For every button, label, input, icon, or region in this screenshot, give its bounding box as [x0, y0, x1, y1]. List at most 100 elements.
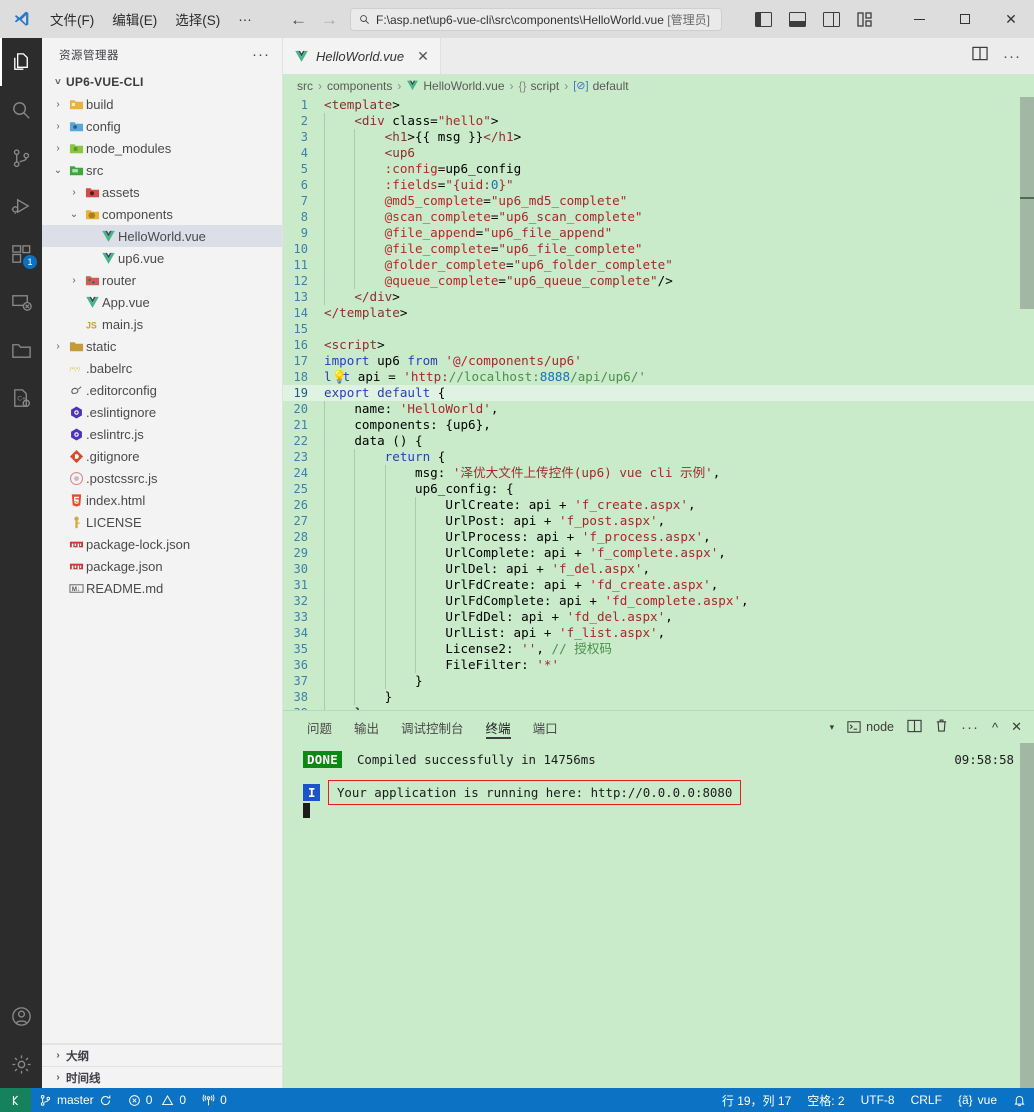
toggle-secondary-sidebar-icon[interactable]: [823, 12, 840, 27]
status-branch-label: master: [57, 1093, 94, 1107]
ellipsis-icon[interactable]: ···: [252, 46, 270, 63]
activity-item-extensions[interactable]: 1: [0, 230, 42, 278]
tree-item-postcssrc-js[interactable]: .postcssrc.js: [42, 467, 282, 489]
toggle-panel-icon[interactable]: [789, 12, 806, 27]
menu-file[interactable]: 文件(F): [42, 6, 102, 32]
arrow-left-icon[interactable]: ←: [290, 11, 307, 28]
split-editor-icon[interactable]: [972, 46, 988, 66]
tree-item-readme-md[interactable]: M↓README.md: [42, 577, 282, 599]
customize-layout-icon[interactable]: [857, 12, 874, 27]
activity-item-cpp-tools[interactable]: C+: [0, 374, 42, 422]
indent-guide: [324, 625, 325, 641]
close-icon[interactable]: ✕: [1011, 719, 1022, 735]
tree-item-package-lock-json[interactable]: package-lock.json: [42, 533, 282, 555]
activity-item-manage[interactable]: [0, 1040, 42, 1088]
activity-item-remote-explorer[interactable]: [0, 278, 42, 326]
tree-item-node-modules[interactable]: ›node_modules: [42, 137, 282, 159]
arrow-right-icon[interactable]: →: [321, 11, 338, 28]
tree-item-build[interactable]: ›build: [42, 93, 282, 115]
panel-tab-debug-console[interactable]: 调试控制台: [390, 711, 475, 743]
tree-item-router[interactable]: ›router: [42, 269, 282, 291]
status-language-mode[interactable]: {ã} vue: [950, 1088, 1005, 1112]
section-timeline[interactable]: › 时间线: [42, 1066, 282, 1088]
code-line: 4 <up6: [283, 145, 1034, 161]
status-ports[interactable]: 0: [194, 1088, 235, 1112]
terminal-output[interactable]: DONE Compiled successfully in 14756ms 09…: [283, 743, 1034, 1088]
status-remote-indicator[interactable]: [0, 1088, 31, 1112]
status-eol[interactable]: CRLF: [903, 1088, 950, 1112]
terminal-scrollbar[interactable]: [1020, 743, 1034, 1088]
activity-item-run-debug[interactable]: [0, 182, 42, 230]
tree-item-assets[interactable]: ›assets: [42, 181, 282, 203]
more-actions-icon[interactable]: ···: [1003, 48, 1021, 65]
activity-item-search[interactable]: [0, 86, 42, 134]
tree-root-up6-vue-cli[interactable]: ˅ UP6-VUE-CLI: [42, 71, 282, 93]
tree-item-package-json[interactable]: package.json: [42, 555, 282, 577]
line-text: UrlFdDel: api + 'fd_del.aspx',: [317, 609, 1034, 625]
indent-guide: [324, 209, 325, 225]
minimize-button[interactable]: [896, 0, 942, 38]
terminal-cursor: [303, 803, 310, 818]
postcss-file-icon: [66, 471, 86, 486]
panel-tab-problems[interactable]: 问题: [296, 711, 343, 743]
editor-scrollbar-thumb[interactable]: [1020, 97, 1034, 309]
tree-item-editorconfig[interactable]: .editorconfig: [42, 379, 282, 401]
status-indentation[interactable]: 空格: 2: [799, 1088, 852, 1112]
activity-item-source-control[interactable]: [0, 134, 42, 182]
line-text: name: 'HelloWorld',: [317, 401, 1034, 417]
tree-item-components[interactable]: ⌄components: [42, 203, 282, 225]
tab-helloworld-vue[interactable]: HelloWorld.vue ✕: [283, 38, 441, 74]
section-outline[interactable]: › 大纲: [42, 1044, 282, 1066]
tree-item-src[interactable]: ⌄src: [42, 159, 282, 181]
tree-item-up6-vue[interactable]: up6.vue: [42, 247, 282, 269]
tree-item-eslintrc-js[interactable]: .eslintrc.js: [42, 423, 282, 445]
tree-item-config[interactable]: ›config: [42, 115, 282, 137]
command-center-search[interactable]: F:\asp.net\up6-vue-cli\src\components\He…: [350, 8, 722, 31]
breadcrumb-item-components[interactable]: components: [327, 79, 392, 93]
activity-item-explorer[interactable]: [0, 38, 42, 86]
activity-item-folder-view[interactable]: [0, 326, 42, 374]
breadcrumb-item-src[interactable]: src: [297, 79, 313, 93]
toggle-primary-sidebar-icon[interactable]: [755, 12, 772, 27]
split-terminal-icon[interactable]: [907, 719, 922, 736]
panel-tab-terminal[interactable]: 终端: [475, 711, 522, 743]
breadcrumb-item-script[interactable]: {} script: [519, 79, 560, 93]
menu-more[interactable]: ···: [230, 9, 260, 30]
code-editor[interactable]: 1<template>2 <div class="hello">3 <h1>{{…: [283, 97, 1034, 710]
code-lines: 1<template>2 <div class="hello">3 <h1>{{…: [283, 97, 1034, 710]
indent-guide: [324, 545, 325, 561]
status-notifications[interactable]: [1005, 1088, 1034, 1112]
breadcrumb-item-file[interactable]: HelloWorld.vue: [406, 79, 504, 93]
line-number: 3: [283, 129, 317, 145]
radio-tower-icon: [202, 1094, 215, 1107]
active-terminal-indicator[interactable]: node: [847, 720, 894, 734]
panel-tab-ports[interactable]: 端口: [522, 711, 569, 743]
chevron-down-icon[interactable]: ▾: [830, 722, 835, 733]
breadcrumb-item-default[interactable]: [⊘] default: [573, 79, 628, 93]
tree-item-babelrc[interactable]: /*\*/.babelrc: [42, 357, 282, 379]
menu-selection[interactable]: 选择(S): [167, 6, 228, 32]
tree-item-main-js[interactable]: JSmain.js: [42, 313, 282, 335]
chevron-up-icon[interactable]: ^: [992, 720, 998, 735]
tree-item-static[interactable]: ›static: [42, 335, 282, 357]
indent-guide: [385, 593, 386, 609]
status-encoding[interactable]: UTF-8: [853, 1088, 903, 1112]
panel-tab-output[interactable]: 输出: [343, 711, 390, 743]
maximize-button[interactable]: [942, 0, 988, 38]
status-branch[interactable]: master: [31, 1088, 120, 1112]
cpp-config-icon: C+: [10, 387, 33, 410]
tree-item-app-vue[interactable]: App.vue: [42, 291, 282, 313]
trash-icon[interactable]: [935, 718, 948, 736]
ellipsis-icon[interactable]: ···: [961, 719, 979, 736]
menu-edit[interactable]: 编辑(E): [104, 6, 165, 32]
tree-item-license[interactable]: LICENSE: [42, 511, 282, 533]
close-button[interactable]: ✕: [988, 0, 1034, 38]
tree-item-index-html[interactable]: index.html: [42, 489, 282, 511]
tree-item-gitignore[interactable]: .gitignore: [42, 445, 282, 467]
activity-item-accounts[interactable]: [0, 992, 42, 1040]
status-problems[interactable]: 0 0: [120, 1088, 194, 1112]
status-cursor-position[interactable]: 行 19，列 17: [714, 1088, 799, 1112]
tree-item-eslintignore[interactable]: .eslintignore: [42, 401, 282, 423]
close-icon[interactable]: ✕: [417, 48, 429, 65]
tree-item-helloworld-vue[interactable]: HelloWorld.vue: [42, 225, 282, 247]
